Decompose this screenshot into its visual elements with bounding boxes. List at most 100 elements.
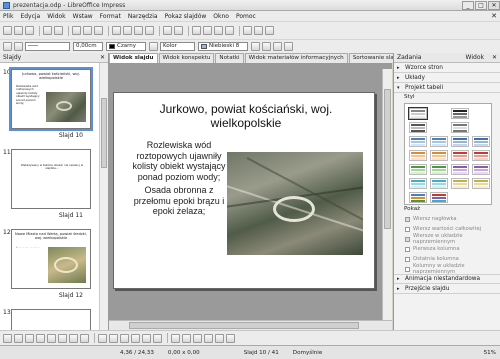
close-button[interactable]: ✕ [488, 0, 500, 10]
menu-file[interactable]: Plik [3, 13, 13, 20]
basic-shapes-icon[interactable] [98, 333, 107, 343]
close-panel-icon[interactable]: ✕ [492, 54, 497, 61]
close-panel-icon[interactable]: ✕ [100, 54, 105, 61]
area-style-select[interactable]: Kolor [160, 42, 195, 51]
help-icon[interactable] [265, 26, 274, 35]
arrange-icon[interactable] [284, 42, 293, 51]
banded-columns-checkbox[interactable]: Kolumny w układzie naprzemiennym [394, 263, 500, 275]
stars-icon[interactable] [153, 333, 162, 343]
bullet-item[interactable]: Rozlewiska wód roztopowych ujawniły koli… [129, 140, 229, 182]
table-style-2[interactable] [451, 108, 469, 119]
connector-tool-icon[interactable] [80, 333, 89, 343]
editor-horizontal-scrollbar[interactable] [109, 320, 392, 330]
table-style-10[interactable] [430, 150, 448, 161]
table-style-14[interactable] [430, 164, 448, 175]
shadow-icon[interactable] [251, 42, 260, 51]
table-style-16[interactable] [472, 164, 490, 175]
table-style-7[interactable] [451, 136, 469, 147]
gallery-icon[interactable] [215, 333, 224, 343]
fontwork-icon[interactable] [225, 26, 234, 35]
section-master-pages[interactable]: ▸ Wzorce stron [394, 63, 500, 73]
undo-icon[interactable] [163, 26, 172, 35]
tab-notes[interactable]: Notatki [215, 53, 244, 63]
zoom-level[interactable]: 51% [484, 350, 496, 356]
banded-rows-checkbox[interactable]: Wiersze w układzie naprzemiennym [394, 233, 500, 245]
first-column-checkbox[interactable]: Pierwsza kolumna [394, 244, 500, 254]
line-color-select[interactable]: Czarny [106, 42, 146, 51]
menu-window[interactable]: Okno [213, 13, 229, 20]
menu-edit[interactable]: Edycja [20, 13, 40, 20]
clone-format-icon[interactable] [145, 26, 154, 35]
scrollbar-thumb[interactable] [129, 322, 359, 329]
open-icon[interactable] [14, 26, 23, 35]
block-arrows-icon[interactable] [120, 333, 129, 343]
section-custom-animation[interactable]: ▸ Animacja niestandardowa [394, 274, 500, 284]
arrow-tool-icon[interactable] [25, 333, 34, 343]
arrow-style-icon[interactable] [14, 42, 23, 51]
bullet-item[interactable]: Osada obronna z przełomu epoki brązu i e… [129, 185, 229, 217]
fontwork-gallery-icon[interactable] [193, 333, 202, 343]
export-pdf-icon[interactable] [72, 26, 81, 35]
ellipse-tool-icon[interactable] [47, 333, 56, 343]
scrollbar-thumb[interactable] [101, 98, 107, 168]
table-style-5[interactable] [409, 136, 427, 147]
image-icon[interactable] [214, 26, 223, 35]
scrollbar-thumb[interactable] [384, 89, 391, 229]
line-width-field[interactable]: 0,00cm [73, 42, 103, 51]
tab-outline[interactable]: Widok konspektu [158, 53, 215, 63]
slide-editor[interactable]: Jurkowo, powiat kościański, woj. wielkop… [109, 64, 392, 320]
slide-canvas[interactable]: Jurkowo, powiat kościański, woj. wielkop… [113, 92, 375, 289]
flowchart-icon[interactable] [131, 333, 140, 343]
table-style-20[interactable] [472, 178, 490, 189]
new-document-icon[interactable] [3, 26, 12, 35]
save-icon[interactable] [25, 26, 34, 35]
slide-bullets[interactable]: Rozlewiska wód roztopowych ujawniły koli… [129, 140, 229, 220]
cut-icon[interactable] [112, 26, 121, 35]
text-tool-icon[interactable] [58, 333, 67, 343]
slide-thumbnail-11[interactable]: Wskazywany w tekście obszar nie opisany … [11, 149, 91, 209]
table-style-21[interactable] [409, 192, 427, 203]
navigator-icon[interactable] [254, 26, 263, 35]
editor-vertical-scrollbar[interactable] [382, 69, 392, 320]
paste-icon[interactable] [134, 26, 143, 35]
chart-icon[interactable] [192, 26, 201, 35]
from-file-icon[interactable] [204, 333, 213, 343]
mail-icon[interactable] [43, 26, 52, 35]
table-style-12[interactable] [472, 150, 490, 161]
callouts-icon[interactable] [142, 333, 151, 343]
table-style-6[interactable] [430, 136, 448, 147]
table-style-1[interactable] [408, 107, 428, 120]
curve-tool-icon[interactable] [69, 333, 78, 343]
table-style-9[interactable] [409, 150, 427, 161]
edit-file-icon[interactable] [54, 26, 63, 35]
menu-format[interactable]: Format [100, 13, 121, 20]
slide-title[interactable]: Jurkowo, powiat kościański, woj. wielkop… [136, 102, 356, 130]
rotate-icon[interactable] [262, 42, 271, 51]
tab-slide-view[interactable]: Widok slajdu [109, 53, 158, 63]
points-icon[interactable] [171, 333, 180, 343]
menu-tools[interactable]: Narzędzia [128, 13, 158, 20]
line-style-select[interactable]: ─── [25, 42, 70, 51]
glue-points-icon[interactable] [182, 333, 191, 343]
copy-icon[interactable] [123, 26, 132, 35]
table-style-grid[interactable] [404, 103, 492, 205]
print-icon[interactable] [83, 26, 92, 35]
table-style-11[interactable] [451, 150, 469, 161]
section-layouts[interactable]: ▸ Układy [394, 73, 500, 83]
line-tool-icon[interactable] [14, 333, 23, 343]
spellcheck-icon[interactable] [94, 26, 103, 35]
line-icon[interactable] [3, 42, 12, 51]
tasks-view-menu[interactable]: Widok [466, 54, 484, 61]
aerial-photo[interactable] [227, 152, 363, 255]
rectangle-tool-icon[interactable] [36, 333, 45, 343]
slide-thumbnail-12[interactable]: Nowe Miasto nad Wartą, powiat średzki, w… [11, 229, 91, 289]
slide-thumbnail-10[interactable]: Jurkowo, powiat kościański, woj. wielkop… [9, 67, 93, 131]
maximize-button[interactable]: □ [475, 0, 487, 10]
slide-thumbnail-13[interactable] [11, 309, 91, 330]
extrusion-icon[interactable] [226, 333, 235, 343]
menu-help[interactable]: Pomoc [236, 13, 256, 20]
align-icon[interactable] [273, 42, 282, 51]
table-style-4[interactable] [451, 122, 469, 133]
table-style-15[interactable] [451, 164, 469, 175]
tab-handouts[interactable]: Widok materiałów informacyjnych [244, 53, 348, 63]
